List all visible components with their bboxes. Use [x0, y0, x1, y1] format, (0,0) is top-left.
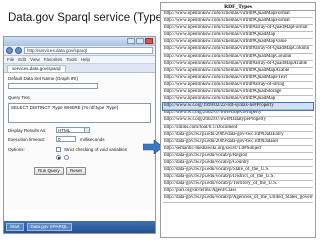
results-rows: http://www.openlinksw.com/schemas/virtrd…	[161, 11, 315, 203]
strict-checkbox[interactable]	[56, 147, 61, 152]
results-format-value: HTML	[58, 128, 71, 133]
table-row[interactable]: http://www.openlinksw.com/schemas/virtrd…	[163, 32, 313, 40]
table-row[interactable]: http://www.openlinksw.com/schemas/virtrd…	[163, 89, 313, 97]
start-button[interactable]: Start	[6, 223, 24, 231]
option-radio-off[interactable]	[64, 155, 69, 160]
menu-view[interactable]: View	[30, 57, 40, 62]
navigation-bar: http://services.data.gov/sparql	[4, 46, 155, 56]
taskbar-item[interactable]: Data.gov SPARQL	[26, 223, 72, 231]
menu-bar: File Edit View Favorites Tools Help	[4, 56, 155, 64]
options-label: Options:	[8, 147, 25, 152]
option-radio-on[interactable]	[56, 155, 61, 160]
timeout-input[interactable]: 0	[56, 136, 76, 142]
table-row[interactable]: http://www.openlinksw.com/schemas/virtrd…	[163, 68, 313, 75]
reset-button[interactable]: Reset	[66, 167, 86, 175]
close-icon[interactable]	[145, 38, 153, 44]
taskbar: Start Data.gov SPARQL	[4, 221, 155, 233]
results-format-label: Display Results As:	[8, 128, 47, 133]
tab-sparql[interactable]: services.data.gov/sparql	[7, 65, 66, 72]
table-row[interactable]: http://www.openlinksw.com/schemas/virtrd…	[163, 18, 313, 26]
results-format-select[interactable]: HTML	[56, 127, 90, 133]
slide-title: Data.gov Sparql service (Types)	[8, 12, 172, 24]
menu-tools[interactable]: Tools	[66, 57, 77, 62]
menu-edit[interactable]: Edit	[18, 57, 26, 62]
table-row[interactable]: http://data-gov.tw.rpi.edu/vocab/p/Distr…	[163, 174, 313, 182]
results-header: RDF_Types	[161, 3, 315, 11]
table-row[interactable]: http://www.openlinksw.com/schemas/virtrd…	[163, 75, 313, 82]
timeout-value: 0	[58, 137, 61, 142]
back-icon[interactable]	[6, 47, 13, 54]
run-query-button[interactable]: Run Query	[34, 167, 64, 175]
table-row[interactable]: http://data-gov.tw.rpi.edu/vocab/p/Terri…	[163, 181, 313, 189]
table-row[interactable]: http://www.openlinksw.com/schemas/virtrd…	[163, 61, 313, 68]
menu-help[interactable]: Help	[81, 57, 90, 62]
maximize-icon[interactable]	[136, 38, 144, 44]
table-row[interactable]: http://www.openlinksw.com/schemas/virtrd…	[163, 46, 313, 54]
table-row[interactable]: http://www.openlinksw.com/schemas/virtrd…	[163, 96, 313, 104]
timeout-unit: milliseconds	[80, 137, 105, 142]
sparql-form: Default Data Set Name (Graph IRI) Query …	[4, 73, 155, 211]
chevron-down-icon	[84, 128, 89, 132]
forward-icon[interactable]	[15, 47, 22, 54]
table-row[interactable]: http://data-gov.tw.rpi.edu/vocab/p/Regio…	[163, 153, 313, 160]
table-row[interactable]: http://data-gov.tw.rpi.edu/vocab/p/Agenc…	[163, 195, 313, 203]
table-row[interactable]: http://www.w3.org/2002/07/owl#DatatypePr…	[163, 117, 313, 125]
table-row[interactable]: http://www.w3.org/2002/07/owl#ObjectProp…	[163, 110, 313, 118]
table-row[interactable]: http://www.openlinksw.com/schemas/virtrd…	[163, 39, 313, 47]
menu-favorites[interactable]: Favorites	[44, 57, 63, 62]
query-text-label: Query Text	[8, 95, 30, 100]
table-row[interactable]: http://purl.org/dc/terms/Agent/Class	[163, 188, 313, 196]
tab-strip: services.data.gov/sparql	[4, 64, 155, 73]
table-row[interactable]: http://data-gov.tw.rpi.edu/2009/data-gov…	[163, 139, 313, 146]
menu-file[interactable]: File	[7, 57, 14, 62]
table-row[interactable]: http://www.w3.org/1999/02/22-rdf-syntax-…	[162, 102, 314, 112]
default-graph-input[interactable]	[8, 83, 98, 89]
table-row[interactable]: http://data-gov.tw.rpi.edu/vocab/p/Count…	[163, 160, 313, 168]
results-table: RDF_Types http://www.openlinksw.com/sche…	[160, 2, 316, 238]
strict-label: Strict checking of void variables	[64, 147, 128, 152]
default-graph-label: Default Data Set Name (Graph IRI)	[8, 76, 79, 81]
table-row[interactable]: http://www.openlinksw.com/schemas/virtrd…	[163, 11, 313, 19]
address-bar[interactable]: http://services.data.gov/sparql	[24, 47, 153, 54]
table-row[interactable]: http://data-gov.tw.rpi.edu/vocab/p/State…	[163, 167, 313, 175]
table-row[interactable]: http://www.openlinksw.com/schemas/virtrd…	[163, 54, 313, 61]
table-row[interactable]: http://semantic-mediawiki.org/swivt/1.0#…	[163, 146, 313, 153]
query-text-area[interactable]: SELECT DISTINCT ?type WHERE {?s rdf:type…	[8, 103, 151, 123]
title-bar	[4, 37, 155, 46]
table-row[interactable]: http://xmlns.com/foaf/0.1/Document	[163, 125, 313, 132]
minimize-icon[interactable]	[127, 38, 135, 44]
timeout-label: Execution timeout:	[8, 137, 46, 142]
browser-window: http://services.data.gov/sparql File Edi…	[3, 36, 156, 234]
table-row[interactable]: http://data-gov.tw.rpi.edu/2009/data-gov…	[163, 132, 313, 139]
table-row[interactable]: http://www.openlinksw.com/schemas/virtrd…	[163, 25, 313, 33]
table-row[interactable]: http://www.openlinksw.com/schemas/virtrd…	[163, 82, 313, 90]
